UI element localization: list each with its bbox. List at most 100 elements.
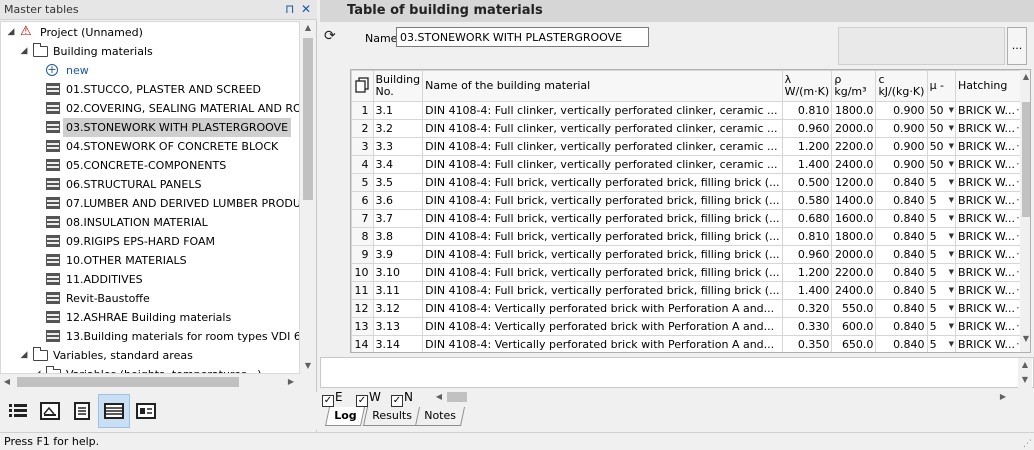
mu-cell[interactable]: 5 ▼ <box>926 317 957 336</box>
expand-arrow-icon[interactable]: ◢ <box>19 346 29 365</box>
building-no-cell[interactable]: 3.11 <box>372 281 424 300</box>
mu-cell[interactable]: 5 ▼ <box>926 173 957 192</box>
mu-cell[interactable]: 50 ▼ <box>926 137 957 156</box>
column-header-hatching[interactable]: Hatching <box>955 70 1030 102</box>
log-vertical-scrollbar[interactable]: ▲ ▼ <box>1018 358 1032 388</box>
checkbox-icon[interactable]: ✓ <box>356 395 368 407</box>
materials-view-button[interactable] <box>98 394 130 428</box>
dropdown-arrow-icon[interactable]: ▼ <box>949 229 954 245</box>
building-no-cell[interactable]: 3.1 <box>372 101 424 120</box>
hatching-cell[interactable]: BRICK W...⋯ <box>955 191 1030 210</box>
building-no-cell[interactable]: 3.3 <box>372 137 424 156</box>
material-name-cell[interactable]: DIN 4108-4: Full brick, vertically perfo… <box>422 227 783 246</box>
density-cell[interactable]: 2400.0 <box>831 155 877 174</box>
density-cell[interactable]: 550.0 <box>831 299 877 318</box>
scroll-down-icon[interactable]: ▼ <box>1020 334 1030 343</box>
column-header-no[interactable]: Building No. <box>372 70 424 102</box>
density-cell[interactable]: 1400.0 <box>831 191 877 210</box>
expand-arrow-icon[interactable]: ◢ <box>6 23 16 42</box>
mu-cell[interactable]: 5 ▼ <box>926 209 957 228</box>
tree-item[interactable]: ◢ Variables, standard areas <box>1 346 299 365</box>
hatching-cell[interactable]: BRICK W...⋯ <box>955 263 1030 282</box>
tree-item[interactable]: 11.ADDITIVES <box>1 270 299 289</box>
material-name-cell[interactable]: DIN 4108-4: Full brick, vertically perfo… <box>422 245 783 264</box>
lambda-cell[interactable]: 1.200 <box>781 137 833 156</box>
scroll-right-icon[interactable]: ▶ <box>998 392 1008 401</box>
column-header-rho[interactable]: ρ kg/m³ <box>831 70 877 102</box>
density-cell[interactable]: 650.0 <box>831 335 877 352</box>
heat-capacity-cell[interactable]: 0.900 <box>875 137 928 156</box>
density-cell[interactable]: 2000.0 <box>831 245 877 264</box>
building-no-cell[interactable]: 3.4 <box>372 155 424 174</box>
scroll-right-icon[interactable]: ▶ <box>286 377 296 386</box>
table-row[interactable]: 7 3.7 DIN 4108-4: Full brick, vertically p… <box>351 209 1030 228</box>
material-name-cell[interactable]: DIN 4108-4: Full brick, vertically perfo… <box>422 173 783 192</box>
lambda-cell[interactable]: 0.810 <box>781 101 833 120</box>
material-name-cell[interactable]: DIN 4108-4: Full brick, vertically perfo… <box>422 281 783 300</box>
lambda-cell[interactable]: 0.680 <box>781 209 833 228</box>
building-no-cell[interactable]: 3.12 <box>372 299 424 318</box>
filter-checkbox-1[interactable]: ✓ W <box>356 390 381 407</box>
tree-item[interactable]: 04.STONEWORK OF CONCRETE BLOCK <box>1 137 299 156</box>
heat-capacity-cell[interactable]: 0.840 <box>875 245 928 264</box>
tree-item[interactable]: 03.STONEWORK WITH PLASTERGROOVE <box>1 118 299 137</box>
heat-capacity-cell[interactable]: 0.840 <box>875 173 928 192</box>
tree-item[interactable]: 01.STUCCO, PLASTER AND SCREED <box>1 80 299 99</box>
dropdown-arrow-icon[interactable]: ▼ <box>949 283 954 299</box>
tree-item[interactable]: + new <box>1 61 299 80</box>
document-view-button[interactable] <box>66 394 98 428</box>
scrollbar-thumb[interactable] <box>1022 102 1030 217</box>
table-row[interactable]: 13 3.13 DIN 4108-4: Vertically perforated … <box>351 317 1030 336</box>
hatching-cell[interactable]: BRICK W...⋯ <box>955 245 1030 264</box>
scroll-up-icon[interactable]: ▲ <box>1020 72 1030 81</box>
tree-item[interactable]: ◢ Variables (heights, temperatures...) <box>1 365 299 373</box>
mu-cell[interactable]: 5 ▼ <box>926 281 957 300</box>
density-cell[interactable]: 1200.0 <box>831 173 877 192</box>
table-row[interactable]: 8 3.8 DIN 4108-4: Full brick, vertically p… <box>351 227 1030 246</box>
density-cell[interactable]: 600.0 <box>831 317 877 336</box>
mu-cell[interactable]: 50 ▼ <box>926 155 957 174</box>
mu-cell[interactable]: 50 ▼ <box>926 119 957 138</box>
building-no-cell[interactable]: 3.14 <box>372 335 424 352</box>
tab-notes[interactable]: Notes <box>414 407 465 426</box>
hatching-cell[interactable]: BRICK W...⋯ <box>955 119 1030 138</box>
mu-cell[interactable]: 5 ▼ <box>926 299 957 318</box>
lambda-cell[interactable]: 0.960 <box>781 119 833 138</box>
table-row[interactable]: 1 3.1 DIN 4108-4: Full clinker, vertically… <box>351 101 1030 120</box>
lambda-cell[interactable]: 1.400 <box>781 155 833 174</box>
heat-capacity-cell[interactable]: 0.900 <box>875 119 928 138</box>
building-no-cell[interactable]: 3.6 <box>372 191 424 210</box>
material-name-cell[interactable]: DIN 4108-4: Full brick, vertically perfo… <box>422 191 783 210</box>
list-view-button[interactable] <box>2 394 34 428</box>
heat-capacity-cell[interactable]: 0.900 <box>875 155 928 174</box>
expand-arrow-icon[interactable]: ◢ <box>19 42 29 61</box>
column-header-mu[interactable]: μ - <box>926 70 957 102</box>
scroll-down-icon[interactable]: ▼ <box>1018 375 1032 384</box>
material-name-cell[interactable]: DIN 4108-4: Full brick, vertically perfo… <box>422 263 783 282</box>
hatching-cell[interactable]: BRICK W...⋯ <box>955 155 1030 174</box>
density-cell[interactable]: 1800.0 <box>831 101 877 120</box>
tab-log[interactable]: Log <box>324 407 366 426</box>
heat-capacity-cell[interactable]: 0.840 <box>875 191 928 210</box>
table-row[interactable]: 11 3.11 DIN 4108-4: Full brick, vertically… <box>351 281 1030 300</box>
table-row[interactable]: 2 3.2 DIN 4108-4: Full clinker, vertically… <box>351 119 1030 138</box>
pin-icon[interactable]: ⊓ <box>285 2 294 16</box>
lambda-cell[interactable]: 0.330 <box>781 317 833 336</box>
hatching-cell[interactable]: BRICK W...⋯ <box>955 209 1030 228</box>
heat-capacity-cell[interactable]: 0.840 <box>875 263 928 282</box>
density-cell[interactable]: 2200.0 <box>831 137 877 156</box>
lambda-cell[interactable]: 1.200 <box>781 263 833 282</box>
tree-item[interactable]: 05.CONCRETE-COMPONENTS <box>1 156 299 175</box>
density-cell[interactable]: 2000.0 <box>831 119 877 138</box>
mu-cell[interactable]: 5 ▼ <box>926 227 957 246</box>
hatching-cell[interactable]: BRICK W...⋯ <box>955 101 1030 120</box>
tree-item[interactable]: ◢ Building materials <box>1 42 299 61</box>
refresh-icon[interactable]: ⟳ <box>324 28 336 44</box>
density-cell[interactable]: 1600.0 <box>831 209 877 228</box>
log-horizontal-scrollbar[interactable]: ◀ ▶ <box>432 390 1012 404</box>
materials-grid[interactable]: Building No. Name of the building materia… <box>350 69 1031 353</box>
filter-checkbox-0[interactable]: ✓ E <box>322 390 343 407</box>
mu-cell[interactable]: 5 ▼ <box>926 263 957 282</box>
checkbox-icon[interactable]: ✓ <box>322 395 334 407</box>
dropdown-arrow-icon[interactable]: ▼ <box>949 337 954 353</box>
